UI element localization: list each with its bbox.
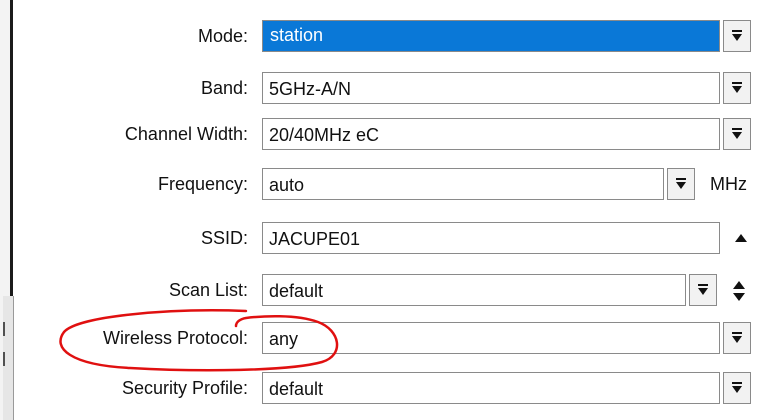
band-value: 5GHz-A/N <box>269 79 352 99</box>
dropdown-arrow-icon <box>676 178 686 189</box>
red-annotation-circle <box>59 309 339 372</box>
dropdown-arrow-icon <box>732 30 742 41</box>
frequency-value: auto <box>269 175 305 195</box>
wireless-protocol-select[interactable]: any <box>262 322 720 354</box>
dropdown-arrow-icon <box>698 284 708 295</box>
band-label: Band: <box>200 78 248 98</box>
triangle-up-icon <box>735 234 747 242</box>
scan-list-label: Scan List: <box>168 280 248 300</box>
dropdown-arrow-icon <box>732 82 742 93</box>
security-profile-dropdown-button[interactable] <box>723 372 751 404</box>
mode-dropdown-button[interactable] <box>723 20 751 52</box>
wireless-protocol-dropdown-button[interactable] <box>723 322 751 354</box>
channel-width-label: Channel Width: <box>124 124 248 144</box>
ssid-row: SSID: JACUPE01 <box>0 222 766 256</box>
scan-list-dropdown-button[interactable] <box>689 274 717 306</box>
wireless-protocol-value: any <box>269 329 299 349</box>
wireless-protocol-row: Wireless Protocol: any <box>0 322 766 356</box>
frequency-dropdown-button[interactable] <box>667 168 695 200</box>
scan-list-add-remove-button[interactable] <box>728 277 750 305</box>
security-profile-label: Security Profile: <box>121 378 248 398</box>
dropdown-arrow-icon <box>732 332 742 343</box>
frequency-select[interactable]: auto <box>262 168 664 200</box>
dropdown-arrow-icon <box>732 382 742 393</box>
band-select[interactable]: 5GHz-A/N <box>262 72 720 104</box>
frequency-unit: MHz <box>710 174 747 194</box>
dropdown-arrow-icon <box>732 128 742 139</box>
scan-list-select[interactable]: default <box>262 274 686 306</box>
channel-width-dropdown-button[interactable] <box>723 118 751 150</box>
scan-list-row: Scan List: default <box>0 274 766 308</box>
frequency-row: Frequency: auto MHz <box>0 168 766 202</box>
band-row: Band: 5GHz-A/N <box>0 72 766 106</box>
scan-list-value: default <box>269 281 324 301</box>
ssid-collapse-button[interactable] <box>730 226 752 250</box>
ssid-input[interactable]: JACUPE01 <box>262 222 720 254</box>
mode-select[interactable]: station <box>262 20 720 52</box>
ssid-value: JACUPE01 <box>269 229 361 249</box>
security-profile-row: Security Profile: default <box>0 372 766 406</box>
security-profile-value: default <box>269 379 324 399</box>
up-down-arrows-icon <box>733 281 745 301</box>
wireless-settings-panel: Mode: station Band: 5GHz-A/N Channel Wid… <box>0 0 766 420</box>
channel-width-select[interactable]: 20/40MHz eC <box>262 118 720 150</box>
band-dropdown-button[interactable] <box>723 72 751 104</box>
mode-label: Mode: <box>197 26 248 46</box>
mode-value: station <box>266 24 328 47</box>
security-profile-select[interactable]: default <box>262 372 720 404</box>
wireless-protocol-label: Wireless Protocol: <box>102 328 248 348</box>
channel-width-value: 20/40MHz eC <box>269 125 380 145</box>
mode-row: Mode: station <box>0 20 766 54</box>
ssid-label: SSID: <box>200 228 248 248</box>
frequency-label: Frequency: <box>157 174 248 194</box>
channel-width-row: Channel Width: 20/40MHz eC <box>0 118 766 152</box>
